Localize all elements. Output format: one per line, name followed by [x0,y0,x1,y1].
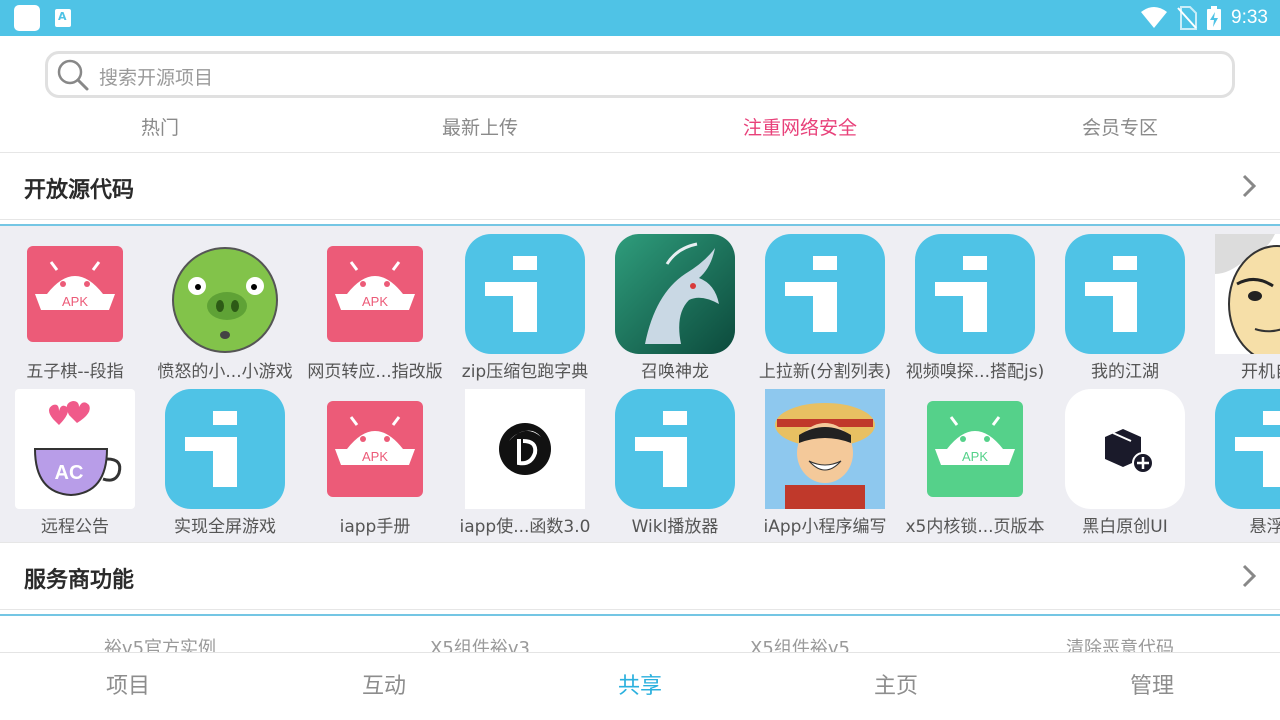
bottom-nav: 项目 互动 共享 主页 管理 [0,652,1280,720]
app-item[interactable]: Wikl播放器 [600,384,750,537]
wifi-icon [1141,7,1168,28]
green-pig-icon [172,247,278,353]
app-label: 悬浮窗 [1249,517,1280,537]
app-item[interactable]: 黑白原创UI [1050,384,1200,537]
app-item[interactable]: APK x5内核锁...页版本 [900,384,1050,537]
app-label: 五子棋--段指 [26,362,124,382]
app-grid: APK 五子棋--段指 愤怒的小...小游戏 APK 网页转应...指改版 zi… [0,224,1280,542]
apk-icon: APK [327,246,423,342]
tab-security[interactable]: 注重网络安全 [640,108,960,148]
app-item[interactable]: 开机自启 [1200,229,1280,382]
chevron-right-icon [1242,174,1257,198]
service-header[interactable]: 服务商功能 [0,542,1280,610]
app-item[interactable]: iApp小程序编写 [750,384,900,537]
status-icons: 9:33 [1141,0,1268,36]
app-item[interactable]: AC 远程公告 [0,384,150,537]
category-tabs: 热门 最新上传 注重网络安全 会员专区 [0,108,1280,148]
app-label: 远程公告 [41,517,109,537]
app-item[interactable]: 实现全屏游戏 [150,384,300,537]
apk-badge: APK [362,294,388,309]
app-label: Wikl播放器 [631,517,719,537]
cube-add-icon [1065,389,1185,509]
app-label: zip压缩包跑字典 [461,362,589,382]
search-input[interactable]: 搜索开源项目 [45,51,1235,98]
app-label: 黑白原创UI [1082,517,1168,537]
service-item[interactable]: 裕v5官方实例 [0,634,320,652]
apk-green-icon: APK [927,401,1023,497]
app-item[interactable]: APK 网页转应...指改版 [300,229,450,382]
service-item[interactable]: X5组件裕v3 [320,634,640,652]
tab-member[interactable]: 会员专区 [960,108,1280,148]
iapp-icon [615,389,735,509]
app-item[interactable]: iapp使...函数3.0 [450,384,600,537]
battery-charging-icon [1207,6,1222,30]
nav-home[interactable]: 主页 [768,653,1024,720]
font-app-icon: A [55,9,71,27]
app-label: 上拉新(分割列表) [758,362,892,382]
app-label: iapp使...函数3.0 [459,517,591,537]
app-label: 网页转应...指改版 [307,362,443,382]
nav-projects[interactable]: 项目 [0,653,256,720]
open-source-header[interactable]: 开放源代码 [0,152,1280,220]
section-title: 开放源代码 [24,178,135,203]
app-item[interactable]: APK iapp手册 [300,384,450,537]
app-item[interactable]: 愤怒的小...小游戏 [150,229,300,382]
clock: 9:33 [1231,7,1268,28]
iapp-icon [165,389,285,509]
app-icon [14,5,40,31]
nav-share[interactable]: 共享 [512,653,768,720]
iapp-icon [1215,389,1280,509]
apk-badge: APK [62,294,88,309]
nav-manage[interactable]: 管理 [1024,653,1280,720]
app-item[interactable]: 视频嗅探...搭配js) [900,229,1050,382]
app-label: 召唤神龙 [641,362,709,382]
apk-badge: APK [962,449,988,464]
app-item[interactable]: APK 五子棋--段指 [0,229,150,382]
dragon-icon [615,234,735,354]
iapp-icon [1065,234,1185,354]
ac-teacup-icon: AC [15,389,135,509]
anime-face-icon [1215,234,1280,354]
tab-latest[interactable]: 最新上传 [320,108,640,148]
app-label: 开机自启 [1241,362,1280,382]
ac-text: AC [55,462,84,484]
apk-icon: APK [327,401,423,497]
app-label: 视频嗅探...搭配js) [905,362,1045,382]
no-sim-icon [1177,6,1198,30]
app-item[interactable]: 召唤神龙 [600,229,750,382]
app-item[interactable]: 上拉新(分割列表) [750,229,900,382]
status-bar: A 9:33 [0,0,1280,36]
nav-interact[interactable]: 互动 [256,653,512,720]
luffy-icon [765,389,885,509]
app-item[interactable]: zip压缩包跑字典 [450,229,600,382]
apk-icon: APK [27,246,123,342]
app-item[interactable]: 我的江湖 [1050,229,1200,382]
iapp-icon [765,234,885,354]
black-logo-icon [465,389,585,509]
service-item[interactable]: 清除恶意代码 [960,634,1280,652]
app-label: 愤怒的小...小游戏 [157,362,293,382]
app-label: iApp小程序编写 [763,517,887,537]
font-app-letter: A [58,10,67,23]
apk-badge: APK [362,449,388,464]
app-label: x5内核锁...页版本 [905,517,1045,537]
service-item[interactable]: X5组件裕v5 [640,634,960,652]
chevron-right-icon [1242,564,1257,588]
search-placeholder: 搜索开源项目 [99,67,214,89]
app-item[interactable]: 悬浮窗 [1200,384,1280,537]
app-label: iapp手册 [339,517,411,537]
app-label: 我的江湖 [1091,362,1159,382]
iapp-icon [915,234,1035,354]
iapp-icon [465,234,585,354]
service-list: 裕v5官方实例 X5组件裕v3 X5组件裕v5 清除恶意代码 [0,614,1280,652]
search-icon [57,59,89,91]
app-label: 实现全屏游戏 [174,517,276,537]
tab-hot[interactable]: 热门 [0,108,320,148]
section-title: 服务商功能 [24,568,135,593]
